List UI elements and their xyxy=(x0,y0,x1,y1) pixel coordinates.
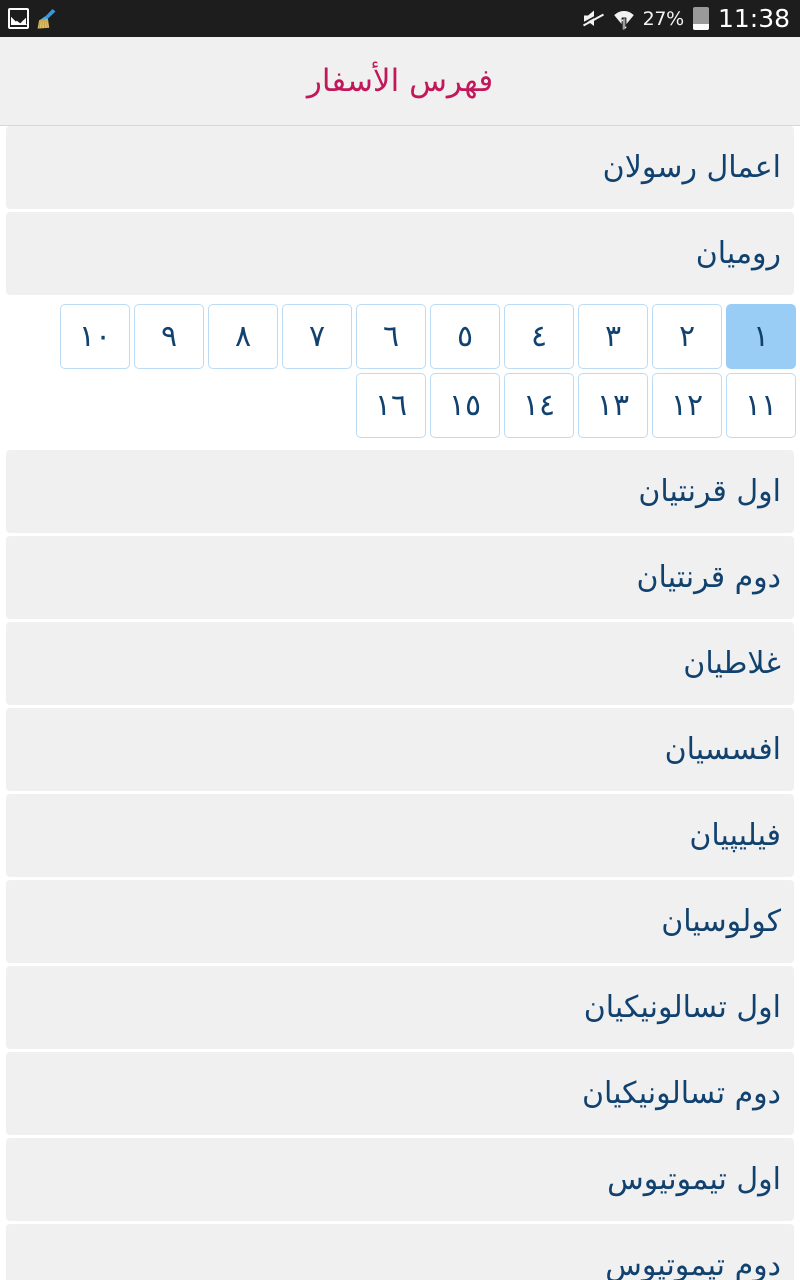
list-item[interactable]: دوم تيموتيوس xyxy=(6,1224,794,1280)
chapter-cell-5[interactable]: ٥ xyxy=(430,304,500,369)
book-label: دوم قرنتيان xyxy=(636,559,781,595)
status-bar: 27% 11:38 xyxy=(0,0,800,37)
list-item[interactable]: دوم تسالونيكيان xyxy=(6,1052,794,1135)
book-list[interactable]: اعمال رسولان روميان ١ ٢ ٣ ٤ ٥ ٦ ٧ ٨ ٩ ١٠… xyxy=(0,126,800,1280)
list-item[interactable]: فيليپيان xyxy=(6,794,794,877)
list-item[interactable]: دوم قرنتيان xyxy=(6,536,794,619)
status-bar-left-icons xyxy=(8,8,59,30)
page-title: فهرس الأسفار xyxy=(306,63,494,99)
chapter-cell-10[interactable]: ١٠ xyxy=(60,304,130,369)
mute-icon xyxy=(582,9,605,28)
chapter-cell-13[interactable]: ١٣ xyxy=(578,373,648,438)
list-item[interactable]: اعمال رسولان xyxy=(6,126,794,209)
battery-percent-label: 27% xyxy=(642,7,685,30)
chapter-grid[interactable]: ١ ٢ ٣ ٤ ٥ ٦ ٧ ٨ ٩ ١٠ ١١ ١٢ ١٣ ١٤ ١٥ ١٦ xyxy=(0,298,800,450)
broom-cleaner-icon xyxy=(36,8,59,30)
chapter-cell-8[interactable]: ٨ xyxy=(208,304,278,369)
chapter-cell-1[interactable]: ١ xyxy=(726,304,796,369)
chapter-cell-15[interactable]: ١٥ xyxy=(430,373,500,438)
book-label: اول قرنتيان xyxy=(638,473,781,509)
status-bar-right-icons: 27% 11:38 xyxy=(582,6,790,31)
book-label: اعمال رسولان xyxy=(602,149,781,185)
book-label: اول تسالونيكيان xyxy=(583,989,781,1025)
chapter-row-2: ١١ ١٢ ١٣ ١٤ ١٥ ١٦ xyxy=(4,373,796,438)
wifi-icon xyxy=(613,8,634,30)
list-item[interactable]: كولوسيان xyxy=(6,880,794,963)
chapter-cell-16[interactable]: ١٦ xyxy=(356,373,426,438)
clock-label: 11:38 xyxy=(717,4,790,33)
book-label: افسسيان xyxy=(664,731,781,767)
battery-fill xyxy=(692,23,709,30)
chapter-cell-12[interactable]: ١٢ xyxy=(652,373,722,438)
chapter-cell-2[interactable]: ٢ xyxy=(652,304,722,369)
app-header: فهرس الأسفار xyxy=(0,37,800,126)
book-label: كولوسيان xyxy=(661,903,781,939)
chapter-cell-9[interactable]: ٩ xyxy=(134,304,204,369)
chapter-cell-14[interactable]: ١٤ xyxy=(504,373,574,438)
list-item[interactable]: اول تسالونيكيان xyxy=(6,966,794,1049)
list-item[interactable]: اول قرنتيان xyxy=(6,450,794,533)
book-label: دوم تيموتيوس xyxy=(605,1247,781,1280)
book-label: اول تيموتيوس xyxy=(607,1161,781,1197)
battery-icon xyxy=(692,7,709,30)
list-item[interactable]: افسسيان xyxy=(6,708,794,791)
book-label: غلاطيان xyxy=(683,645,781,681)
chapter-cell-11[interactable]: ١١ xyxy=(726,373,796,438)
chapter-cell-4[interactable]: ٤ xyxy=(504,304,574,369)
book-label: روميان xyxy=(695,235,781,271)
chapter-cell-3[interactable]: ٣ xyxy=(578,304,648,369)
chapter-cell-7[interactable]: ٧ xyxy=(282,304,352,369)
book-label: دوم تسالونيكيان xyxy=(581,1075,781,1111)
chapter-row-1: ١ ٢ ٣ ٤ ٥ ٦ ٧ ٨ ٩ ١٠ xyxy=(4,304,796,369)
book-label: فيليپيان xyxy=(689,817,781,853)
list-item[interactable]: غلاطيان xyxy=(6,622,794,705)
list-item[interactable]: اول تيموتيوس xyxy=(6,1138,794,1221)
chapter-cell-6[interactable]: ٦ xyxy=(356,304,426,369)
screenshot-icon xyxy=(8,8,29,29)
list-item[interactable]: روميان xyxy=(6,212,794,295)
